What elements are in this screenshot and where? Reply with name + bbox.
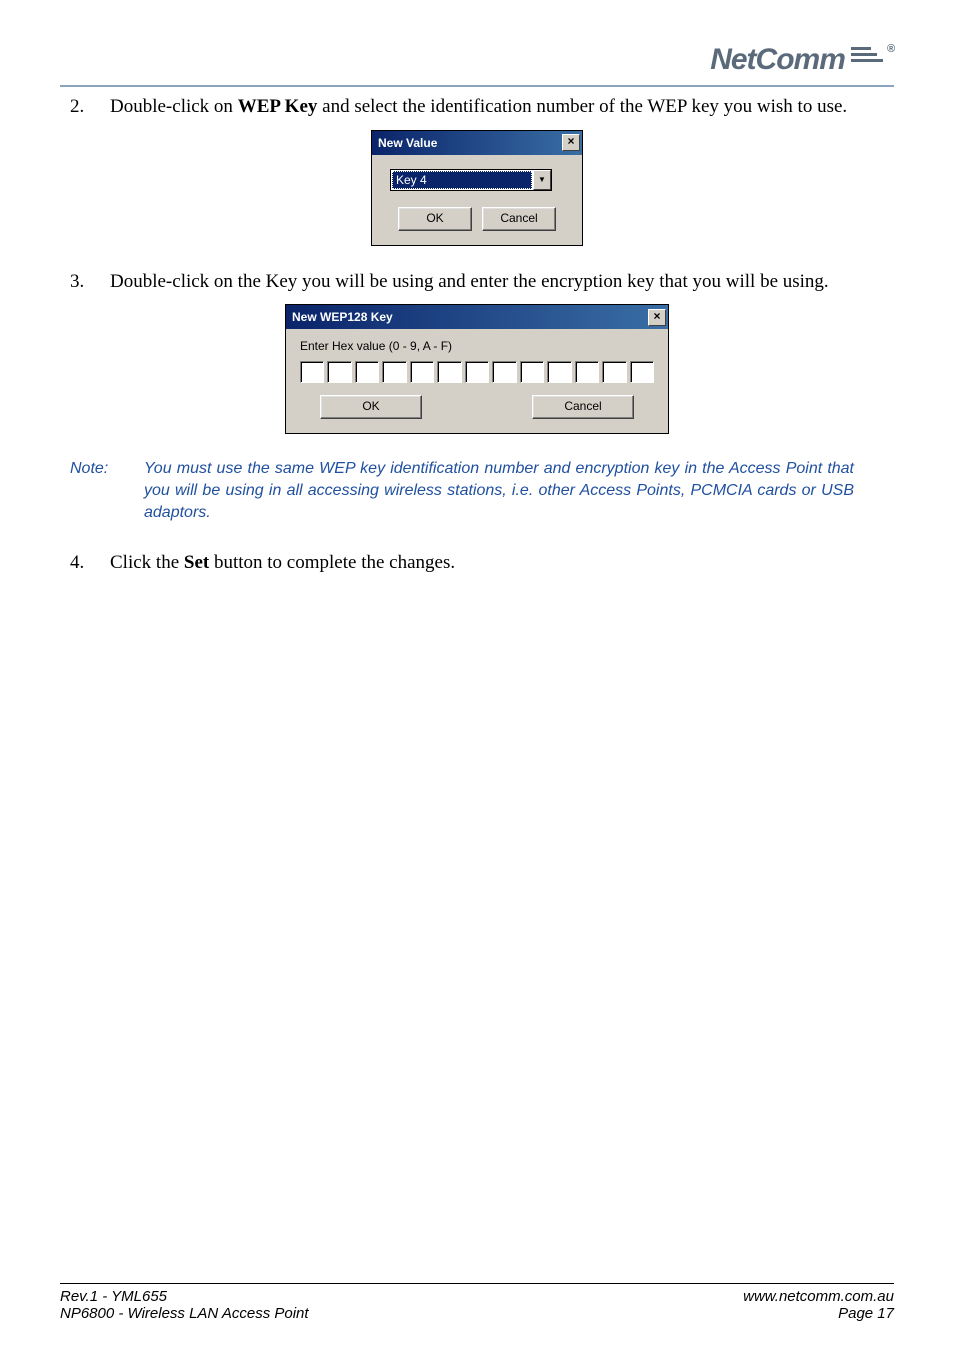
wep-key-select[interactable]: Key 4 ▼ bbox=[390, 169, 552, 191]
footer-url: www.netcomm.com.au bbox=[743, 1288, 894, 1305]
hex-label: Enter Hex value (0 - 9, A - F) bbox=[300, 339, 654, 353]
step-4-body: Click the Set button to complete the cha… bbox=[110, 551, 894, 576]
dialog-new-value: New Value × Key 4 ▼ OK Cancel bbox=[371, 130, 583, 246]
step-2-body: Double-click on WEP Key and select the i… bbox=[110, 95, 894, 120]
step-4-post: button to complete the changes. bbox=[209, 552, 455, 573]
footer: Rev.1 - YML655 NP6800 - Wireless LAN Acc… bbox=[60, 1283, 894, 1322]
dialog-1-title: New Value bbox=[378, 136, 437, 150]
brand-bars-icon bbox=[851, 47, 883, 62]
footer-right: www.netcomm.com.au Page 17 bbox=[743, 1288, 894, 1322]
close-icon[interactable]: × bbox=[562, 134, 580, 151]
hex-input-row bbox=[300, 361, 654, 383]
footer-page: Page 17 bbox=[743, 1305, 894, 1322]
ok-button[interactable]: OK bbox=[398, 207, 472, 231]
step-3-num: 3. bbox=[60, 270, 110, 295]
note-text: You must use the same WEP key identifica… bbox=[144, 458, 854, 523]
hex-cell[interactable] bbox=[355, 361, 379, 383]
dialog-1-buttons: OK Cancel bbox=[390, 207, 564, 231]
note-block: Note: You must use the same WEP key iden… bbox=[60, 458, 854, 523]
footer-left: Rev.1 - YML655 NP6800 - Wireless LAN Acc… bbox=[60, 1288, 309, 1322]
dialog-2-wrap: New WEP128 Key × Enter Hex value (0 - 9,… bbox=[60, 304, 894, 434]
header: NetComm ® bbox=[60, 35, 894, 87]
step-2-bold: WEP Key bbox=[238, 96, 318, 117]
dialog-1-wrap: New Value × Key 4 ▼ OK Cancel bbox=[60, 130, 894, 246]
hex-cell[interactable] bbox=[520, 361, 544, 383]
hex-cell[interactable] bbox=[465, 361, 489, 383]
hex-cell[interactable] bbox=[410, 361, 434, 383]
brand-registered: ® bbox=[887, 43, 894, 55]
step-4-bold: Set bbox=[184, 552, 209, 573]
hex-cell[interactable] bbox=[382, 361, 406, 383]
hex-cell[interactable] bbox=[300, 361, 324, 383]
hex-cell[interactable] bbox=[575, 361, 599, 383]
hex-cell[interactable] bbox=[630, 361, 654, 383]
hex-cell[interactable] bbox=[492, 361, 516, 383]
dialog-2-title: New WEP128 Key bbox=[292, 310, 393, 324]
step-2-post: and select the identification number of … bbox=[317, 96, 847, 117]
dialog-2-buttons: OK Cancel bbox=[300, 395, 654, 419]
hex-cell[interactable] bbox=[437, 361, 461, 383]
wep-key-select-value: Key 4 bbox=[392, 171, 532, 189]
footer-rev: Rev.1 - YML655 bbox=[60, 1288, 309, 1305]
step-4-pre: Click the bbox=[110, 552, 184, 573]
brand-logo: NetComm ® bbox=[710, 43, 894, 77]
cancel-button[interactable]: Cancel bbox=[482, 207, 556, 231]
dialog-new-wep128: New WEP128 Key × Enter Hex value (0 - 9,… bbox=[285, 304, 669, 434]
chevron-down-icon[interactable]: ▼ bbox=[533, 170, 551, 190]
hex-cell[interactable] bbox=[327, 361, 351, 383]
cancel-button[interactable]: Cancel bbox=[532, 395, 634, 419]
dialog-1-body: Key 4 ▼ OK Cancel bbox=[372, 155, 582, 245]
step-2: 2. Double-click on WEP Key and select th… bbox=[60, 95, 894, 120]
step-3-body: Double-click on the Key you will be usin… bbox=[110, 270, 894, 295]
dialog-2-body: Enter Hex value (0 - 9, A - F) OK Cancel bbox=[286, 329, 668, 433]
step-3: 3. Double-click on the Key you will be u… bbox=[60, 270, 894, 295]
hex-cell[interactable] bbox=[547, 361, 571, 383]
hex-cell[interactable] bbox=[602, 361, 626, 383]
step-2-num: 2. bbox=[60, 95, 110, 120]
ok-button[interactable]: OK bbox=[320, 395, 422, 419]
step-4: 4. Click the Set button to complete the … bbox=[60, 551, 894, 576]
close-icon[interactable]: × bbox=[648, 309, 666, 326]
footer-product: NP6800 - Wireless LAN Access Point bbox=[60, 1305, 309, 1322]
brand-name: NetComm bbox=[710, 43, 845, 77]
note-label: Note: bbox=[60, 458, 144, 523]
dialog-1-titlebar: New Value × bbox=[372, 131, 582, 155]
step-2-pre: Double-click on bbox=[110, 96, 238, 117]
step-4-num: 4. bbox=[60, 551, 110, 576]
dialog-2-titlebar: New WEP128 Key × bbox=[286, 305, 668, 329]
